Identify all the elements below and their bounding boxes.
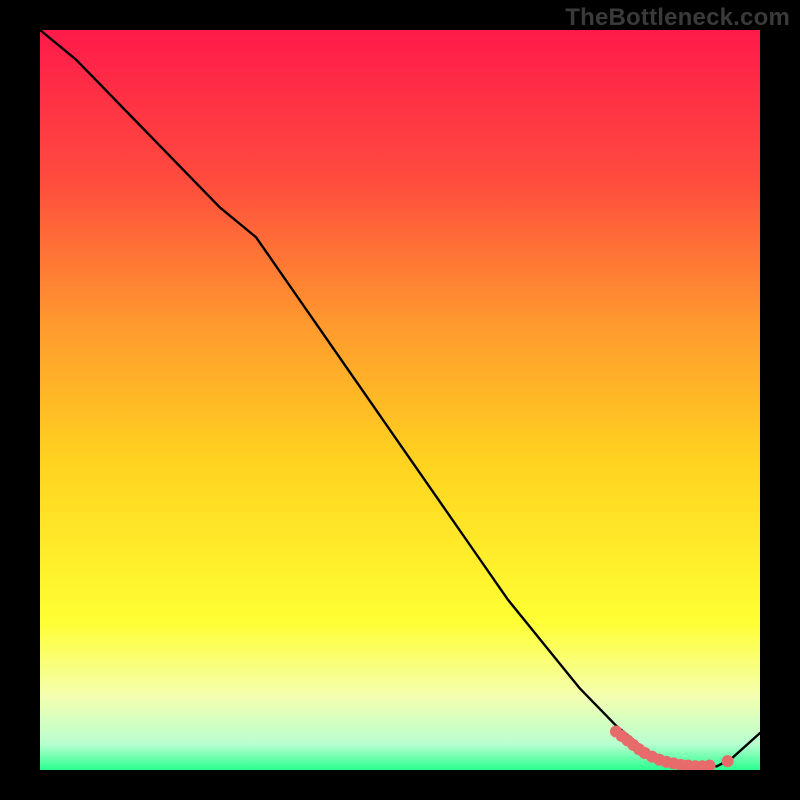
chart-svg <box>40 30 760 770</box>
marker-dot <box>722 755 734 767</box>
chart-background <box>40 30 760 770</box>
chart-frame: TheBottleneck.com <box>0 0 800 800</box>
plot-area <box>40 30 760 770</box>
watermark-text: TheBottleneck.com <box>565 4 790 32</box>
